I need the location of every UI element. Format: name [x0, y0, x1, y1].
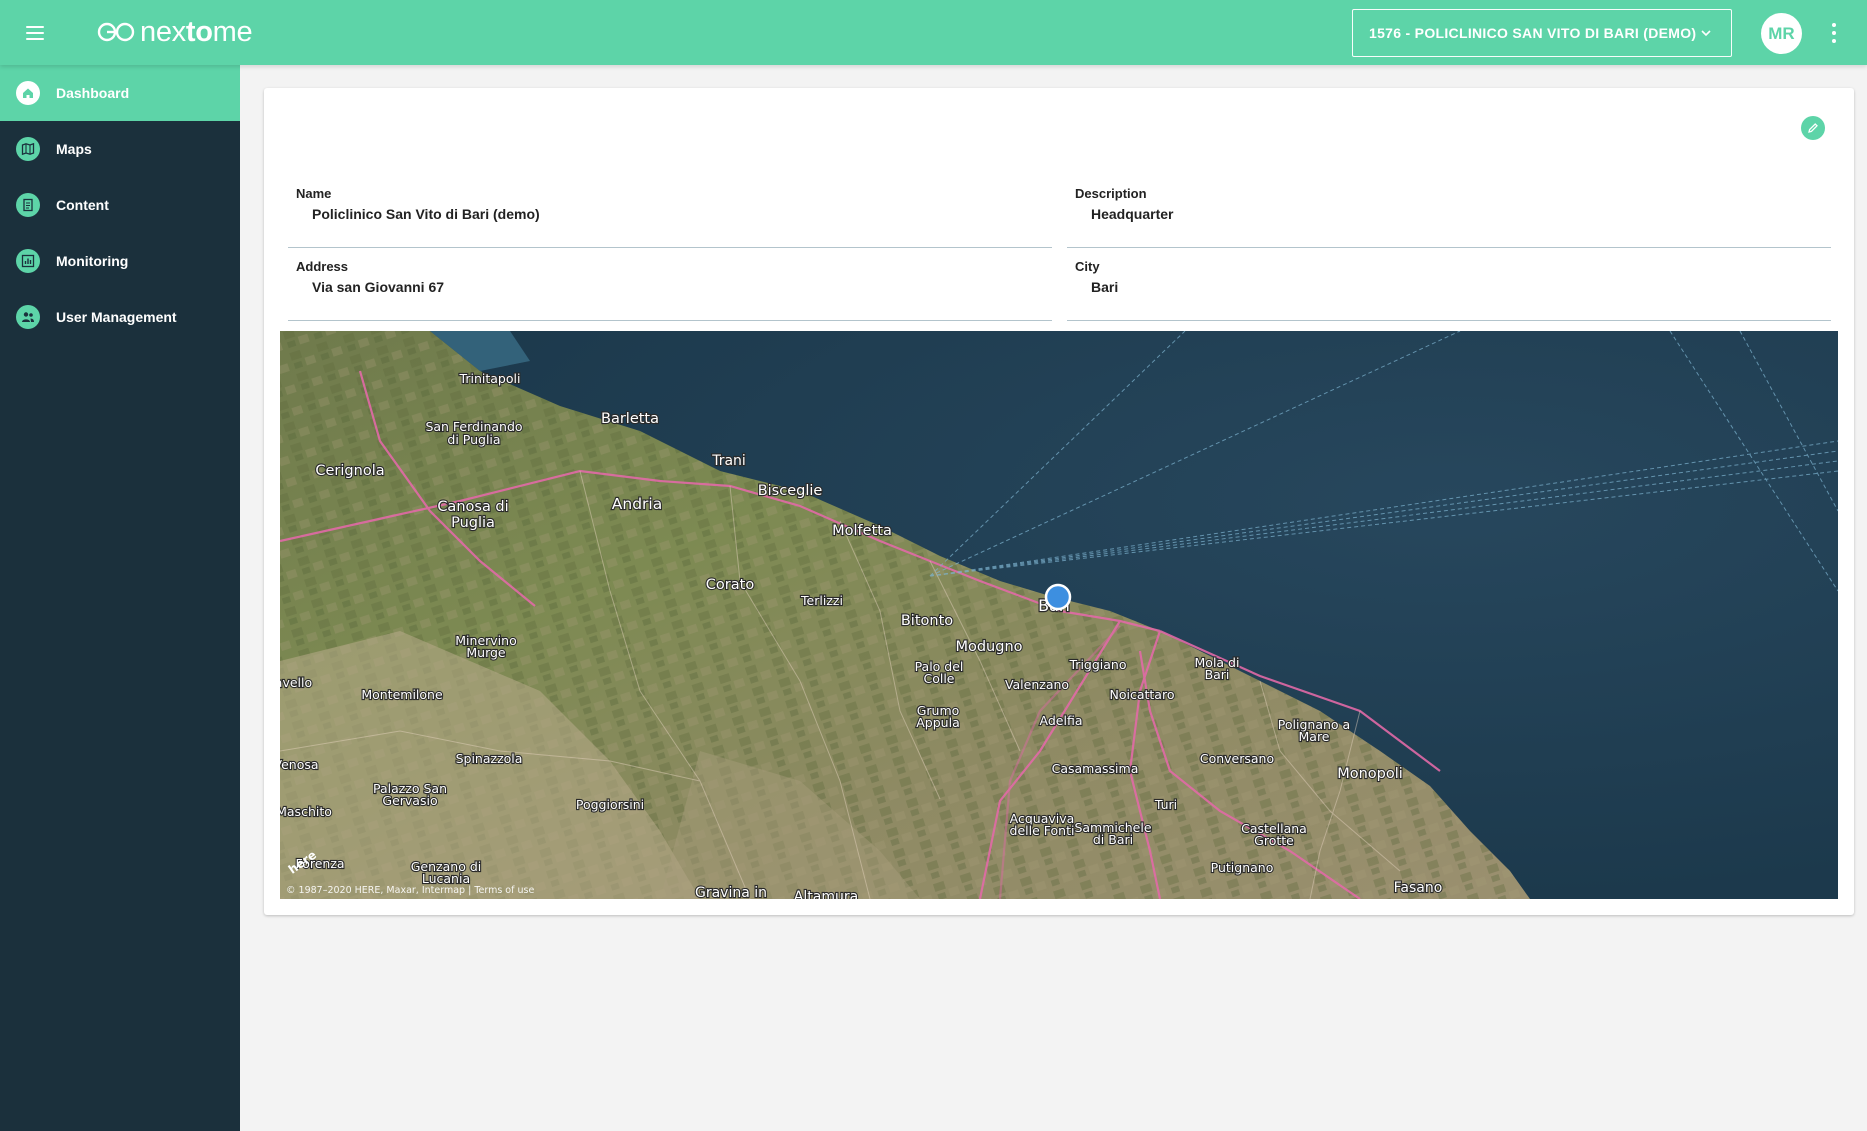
place-label: Bitonto [901, 613, 953, 629]
chart-icon [16, 249, 40, 273]
sidebar: Dashboard Maps Content Monitoring User M… [0, 65, 240, 1131]
app-logo[interactable]: nextome [96, 14, 253, 50]
place-label: Trinitapoli [459, 371, 521, 386]
place-label: Spinazzola [456, 751, 523, 766]
place-label: di Bari [1093, 832, 1133, 847]
sidebar-item-maps[interactable]: Maps [0, 121, 240, 177]
document-icon [16, 193, 40, 217]
place-label: Mare [1299, 729, 1330, 744]
place-label: Gravina in [695, 885, 767, 899]
map-icon [16, 137, 40, 161]
users-icon [16, 305, 40, 329]
place-label: Valenzano [1005, 677, 1069, 692]
sidebar-item-label: Monitoring [56, 253, 129, 269]
place-label: delle Fonti [1010, 823, 1075, 838]
place-label: Venosa [280, 757, 319, 772]
sidebar-item-user-management[interactable]: User Management [0, 289, 240, 345]
address-label: Address [296, 259, 349, 274]
place-label: Trani [711, 453, 746, 469]
sidebar-item-label: User Management [56, 309, 177, 325]
place-label: Appula [916, 715, 959, 730]
place-label: Puglia [451, 515, 495, 531]
place-label: Conversano [1200, 751, 1274, 766]
name-label: Name [296, 186, 332, 201]
place-label: Putignano [1211, 860, 1274, 875]
location-pin-icon[interactable] [1044, 583, 1072, 611]
venue-select[interactable]: 1576 - POLICLINICO SAN VITO DI BARI (DEM… [1352, 9, 1732, 57]
place-label: Montemilone [361, 687, 443, 702]
place-label: Canosa di [437, 499, 508, 515]
venue-details-card: Name Policlinico San Vito di Bari (demo)… [264, 88, 1854, 915]
description-label: Description [1075, 186, 1147, 201]
place-label: Monopoli [1337, 766, 1403, 782]
place-label: Barletta [601, 411, 659, 427]
menu-icon[interactable] [24, 23, 48, 43]
place-label: Grotte [1254, 833, 1294, 848]
place-label: Gervasio [382, 793, 437, 808]
place-label: Andria [612, 495, 662, 513]
place-label: Fasano [1394, 880, 1443, 896]
place-label: Cerignola [315, 463, 384, 479]
place-label: Bisceglie [758, 483, 823, 499]
venue-map[interactable]: Trinitapoli Barletta San Ferdinando di P… [280, 331, 1838, 899]
sidebar-item-label: Dashboard [56, 85, 130, 101]
place-label: Casamassima [1052, 761, 1139, 776]
place-label: Modugno [955, 639, 1022, 655]
pencil-icon [1808, 123, 1818, 133]
logo-text: nextome [140, 15, 253, 48]
city-value: Bari [1091, 279, 1119, 295]
satellite-map: Trinitapoli Barletta San Ferdinando di P… [280, 331, 1838, 899]
place-label: Altamura [794, 889, 858, 899]
sidebar-item-monitoring[interactable]: Monitoring [0, 233, 240, 289]
sidebar-item-dashboard[interactable]: Dashboard [0, 65, 240, 121]
description-value: Headquarter [1091, 206, 1174, 222]
place-label: Noicattaro [1110, 687, 1175, 702]
chevron-down-icon [1701, 30, 1711, 37]
edit-venue-button[interactable] [1801, 116, 1825, 140]
place-label: di Puglia [447, 432, 500, 447]
city-label: City [1075, 259, 1100, 274]
name-field[interactable]: Name Policlinico San Vito di Bari (demo) [288, 186, 1052, 248]
place-label: Corato [706, 577, 755, 593]
venue-select-value: 1576 - POLICLINICO SAN VITO DI BARI (DEM… [1369, 25, 1697, 41]
user-avatar[interactable]: MR [1761, 13, 1802, 54]
top-app-bar: nextome 1576 - POLICLINICO SAN VITO DI B… [0, 0, 1867, 65]
place-label: Molfetta [832, 523, 892, 539]
sidebar-item-content[interactable]: Content [0, 177, 240, 233]
address-field[interactable]: Address Via san Giovanni 67 [288, 259, 1052, 321]
city-field[interactable]: City Bari [1067, 259, 1831, 321]
sidebar-item-label: Content [56, 197, 109, 213]
place-label: Murge [466, 645, 506, 660]
name-value: Policlinico San Vito di Bari (demo) [312, 206, 540, 222]
map-attribution[interactable]: © 1987–2020 HERE, Maxar, Intermap | Term… [286, 885, 534, 896]
place-label: Bari [1205, 667, 1230, 682]
home-icon [16, 81, 40, 105]
logo-mark-icon [97, 22, 135, 42]
description-field[interactable]: Description Headquarter [1067, 186, 1831, 248]
more-vert-icon[interactable] [1826, 22, 1842, 44]
place-label: Poggiorsini [576, 797, 644, 812]
place-label: Maschito [280, 804, 332, 819]
place-label: Terlizzi [800, 593, 843, 608]
place-label: Triggiano [1069, 657, 1127, 672]
place-label: Turi [1154, 797, 1177, 812]
place-label: Colle [923, 671, 954, 686]
place-label: Lavello [280, 675, 312, 690]
place-label: Adelfia [1040, 713, 1083, 728]
address-value: Via san Giovanni 67 [312, 279, 445, 295]
place-label: Lucania [422, 871, 470, 886]
sidebar-item-label: Maps [56, 141, 92, 157]
